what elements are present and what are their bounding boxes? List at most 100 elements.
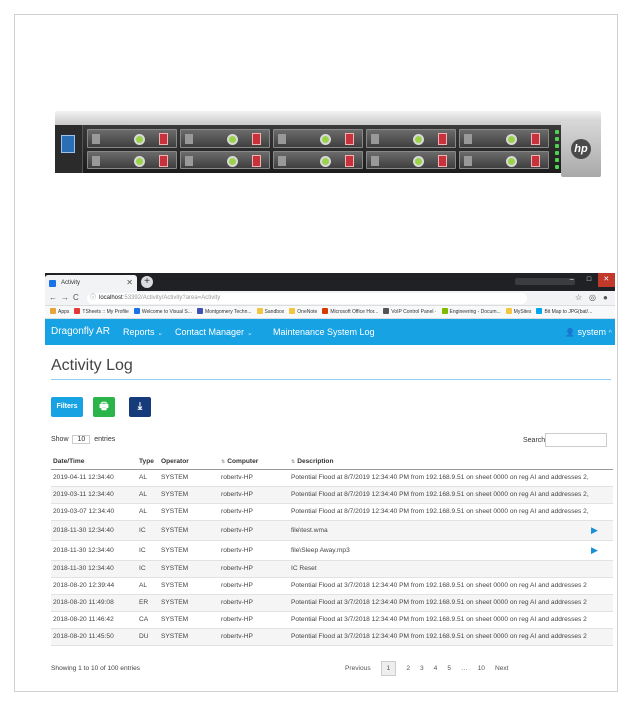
chevron-down-icon: ⌄ — [246, 330, 253, 337]
table-row[interactable]: 2018-08-20 11:49:08 ER SYSTEM robertv-HP Pot… — [51, 594, 613, 612]
cell-type: AL — [137, 503, 159, 521]
cell-description: Potential Flood at 3/7/2018 12:34:40 PM … — [289, 611, 589, 629]
bookmark-item[interactable]: Bit Map to JPG(bat/... — [536, 306, 592, 318]
nav-maintenance[interactable]: Maintenance — [273, 319, 325, 345]
nav-reports[interactable]: Reports ⌄ — [123, 319, 163, 347]
app-navbar: Dragonfly AR Reports ⌄ Contact Manager ⌄… — [45, 319, 615, 345]
bookmark-item[interactable]: OneNote — [289, 306, 317, 318]
bookmark-icon — [441, 308, 448, 314]
drive-bay — [87, 150, 177, 169]
tab-bar: Activity ✕ + – □ ✕ — [45, 273, 615, 291]
cell-type: ER — [137, 594, 159, 612]
bookmark-item[interactable]: Engineering - Docum... — [441, 306, 501, 318]
nav-reports-label: Reports — [123, 327, 155, 337]
print-button[interactable]: 🖶 — [93, 397, 115, 417]
page-length-select[interactable]: 10 — [72, 435, 91, 444]
play-icon[interactable]: ▶ — [589, 540, 613, 561]
cell-date: 2019-03-11 12:34:40 — [51, 486, 137, 504]
column-header-date[interactable]: Date/Time — [51, 455, 137, 470]
user-menu[interactable]: 👤 system ^ — [565, 319, 612, 347]
download-icon: ⤓ — [137, 401, 143, 412]
play-icon — [589, 594, 613, 612]
browser-tab-activity[interactable]: Activity ✕ — [45, 275, 137, 291]
forward-arrow-icon[interactable]: → — [61, 293, 69, 302]
activity-table: Date/Time Type Operator ⇅ Computer ⇅ Descr… — [51, 455, 613, 646]
bookmark-star-icon[interactable]: ☆ — [575, 293, 582, 302]
table-header-row: Date/Time Type Operator ⇅ Computer ⇅ Descr… — [51, 455, 613, 470]
drive-bays — [87, 129, 549, 169]
column-header-computer[interactable]: ⇅ Computer — [219, 455, 289, 470]
column-header-operator[interactable]: Operator — [159, 455, 219, 470]
back-arrow-icon[interactable]: ← — [49, 293, 57, 302]
nav-contact-manager[interactable]: Contact Manager ⌄ — [175, 319, 252, 347]
cell-computer: robertv-HP — [219, 486, 289, 504]
page-button[interactable]: 2 — [406, 665, 410, 672]
nav-contact-manager-label: Contact Manager — [175, 327, 245, 337]
bookmark-item[interactable]: Montgomery Techn... — [196, 306, 252, 318]
extension-icon[interactable]: ◎ — [589, 293, 596, 302]
play-icon[interactable]: ▶ — [589, 520, 613, 541]
maximize-icon[interactable]: □ — [580, 273, 597, 287]
info-icon: ⓘ — [90, 295, 97, 301]
column-header-actions — [589, 455, 613, 470]
brand-link[interactable]: Dragonfly AR — [51, 319, 110, 345]
tab-close-icon[interactable]: ✕ — [126, 275, 133, 291]
server-left-ear — [55, 125, 83, 173]
page-button[interactable]: 1 — [380, 660, 397, 676]
bookmark-item[interactable]: Sandbox — [256, 306, 284, 318]
cell-date: 2019-04-11 12:34:40 — [51, 469, 137, 487]
page-title: Activity Log — [51, 357, 133, 374]
search-input[interactable] — [545, 433, 607, 447]
bookmark-item[interactable]: VoIP Control Panel · — [383, 306, 437, 318]
table-row[interactable]: 2019-04-11 12:34:40 AL SYSTEM robertv-HP Pot… — [51, 469, 613, 487]
table-row[interactable]: 2018-08-20 11:45:50 DU SYSTEM robertv-HP Pot… — [51, 628, 613, 646]
bookmark-item[interactable]: Microsoft Office Hor... — [322, 306, 378, 318]
window-close-icon[interactable]: ✕ — [597, 273, 615, 287]
page-button[interactable]: 5 — [447, 665, 451, 672]
bookmark-item[interactable]: Apps — [50, 306, 69, 318]
page-button[interactable]: … — [461, 665, 468, 672]
show-label: Show — [51, 436, 69, 443]
nav-system-log[interactable]: System Log — [327, 319, 375, 345]
table-row[interactable]: 2018-08-20 11:46:42 CA SYSTEM robertv-HP Pot… — [51, 611, 613, 629]
next-page-button[interactable]: Next — [495, 665, 509, 672]
page-button[interactable]: 10 — [478, 665, 485, 672]
profile-icon[interactable]: ● — [603, 293, 608, 302]
table-row[interactable]: 2018-11-30 12:34:40 IC SYSTEM robertv-HP fil… — [51, 520, 613, 541]
bookmark-item[interactable]: Welcome to Visual S... — [133, 306, 192, 318]
window-controls: – □ ✕ — [563, 273, 615, 287]
cell-description: Potential Flood at 8/7/2019 12:34:40 PM … — [289, 469, 589, 487]
column-header-type[interactable]: Type — [137, 455, 159, 470]
table-row[interactable]: 2018-08-20 12:39:44 AL SYSTEM robertv-HP Pot… — [51, 577, 613, 595]
filters-button[interactable]: Filters — [51, 397, 83, 417]
play-icon — [589, 628, 613, 646]
new-tab-icon[interactable]: + — [141, 276, 153, 288]
cell-date: 2018-11-30 12:34:40 — [51, 540, 137, 561]
cell-computer: robertv-HP — [219, 469, 289, 487]
user-icon: 👤 — [565, 328, 575, 337]
minimize-icon[interactable]: – — [563, 273, 580, 287]
bookmark-icon — [74, 308, 81, 314]
drive-bay — [459, 150, 549, 169]
bookmark-item[interactable]: MySites — [505, 306, 531, 318]
cell-computer: robertv-HP — [219, 503, 289, 521]
page-button[interactable]: 4 — [434, 665, 438, 672]
table-row[interactable]: 2018-11-30 12:34:40 IC SYSTEM robertv-HP IC … — [51, 560, 613, 578]
drive-bay — [459, 129, 549, 148]
export-button[interactable]: ⤓ — [129, 397, 151, 417]
cell-date: 2018-08-20 12:39:44 — [51, 577, 137, 595]
previous-page-button[interactable]: Previous — [345, 665, 371, 672]
table-row[interactable]: 2019-03-07 12:34:40 AL SYSTEM robertv-HP Pot… — [51, 503, 613, 521]
url-input[interactable]: ⓘ localhost:53392/Activity/Activity?area… — [87, 293, 527, 304]
chevron-up-icon: ^ — [608, 330, 612, 337]
table-row[interactable]: 2019-03-11 12:34:40 AL SYSTEM robertv-HP Pot… — [51, 486, 613, 504]
column-header-description[interactable]: ⇅ Description — [289, 455, 589, 470]
title-divider — [51, 379, 611, 380]
bookmark-item[interactable]: TSheets :: My Profile — [74, 306, 129, 318]
table-info: Showing 1 to 10 of 100 entries — [51, 665, 141, 672]
table-row[interactable]: 2018-11-30 12:34:40 IC SYSTEM robertv-HP fil… — [51, 540, 613, 561]
cell-description: Potential Flood at 8/7/2019 12:34:40 PM … — [289, 503, 589, 521]
status-leds — [553, 129, 561, 169]
page-button[interactable]: 3 — [420, 665, 424, 672]
reload-icon[interactable]: C — [73, 293, 79, 302]
